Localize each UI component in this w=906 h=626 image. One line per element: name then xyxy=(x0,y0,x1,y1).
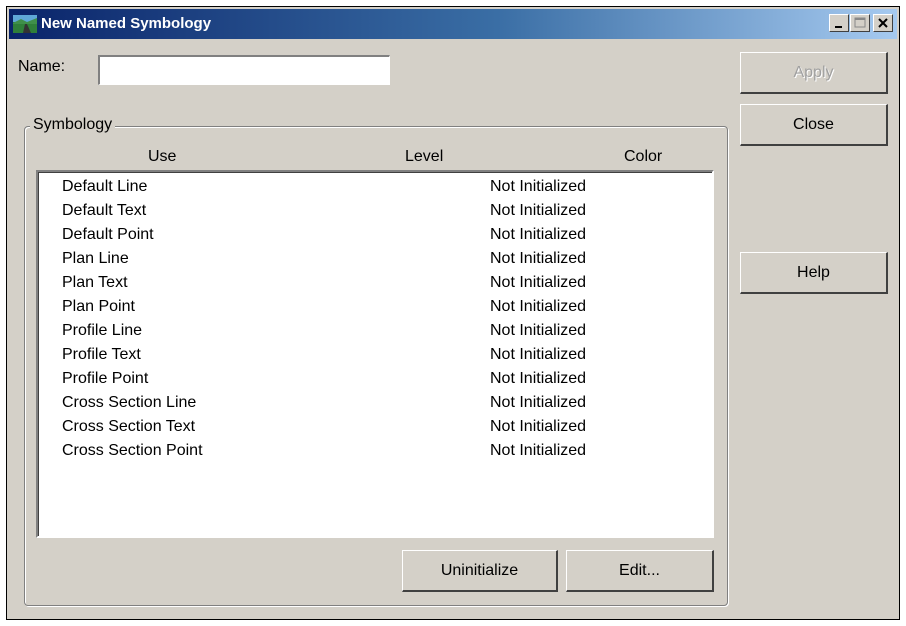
title-bar[interactable]: New Named Symbology xyxy=(9,9,897,39)
name-label: Name: xyxy=(18,58,66,75)
help-button[interactable]: Help xyxy=(740,252,888,294)
maximize-icon xyxy=(854,17,866,28)
item-use: Default Point xyxy=(62,226,154,243)
list-item[interactable]: Profile Line Not Initialized xyxy=(38,320,712,344)
minimize-icon xyxy=(835,26,842,28)
item-use: Profile Line xyxy=(62,322,143,339)
close-window-button[interactable] xyxy=(873,14,893,32)
item-level: Not Initialized xyxy=(490,274,587,291)
item-level: Not Initialized xyxy=(490,202,587,219)
list-item[interactable]: Profile Text Not Initialized xyxy=(38,344,712,368)
item-use: Cross Section Point xyxy=(62,442,203,459)
item-use: Cross Section Line xyxy=(62,394,197,411)
item-use: Plan Text xyxy=(62,274,128,291)
list-item[interactable]: Cross Section Text Not Initialized xyxy=(38,416,712,440)
symbology-list[interactable]: Default Line Not Initialized Default Text… xyxy=(36,170,714,538)
window-title: New Named Symbology xyxy=(41,15,212,32)
item-use: Cross Section Text xyxy=(62,418,196,435)
maximize-button[interactable] xyxy=(850,14,870,32)
name-input[interactable] xyxy=(98,55,390,85)
item-level: Not Initialized xyxy=(490,226,587,243)
column-header-color: Color xyxy=(624,148,663,165)
item-level: Not Initialized xyxy=(490,394,587,411)
edit-button[interactable]: Edit... xyxy=(566,550,714,592)
list-item[interactable]: Default Text Not Initialized xyxy=(38,200,712,224)
item-level: Not Initialized xyxy=(490,250,587,267)
apply-button[interactable]: Apply xyxy=(740,52,888,94)
list-item[interactable]: Default Line Not Initialized xyxy=(38,176,712,200)
minimize-button[interactable] xyxy=(829,14,849,32)
close-button[interactable]: Close xyxy=(740,104,888,146)
item-use: Default Line xyxy=(62,178,148,195)
item-use: Profile Text xyxy=(62,346,141,363)
list-item[interactable]: Cross Section Line Not Initialized xyxy=(38,392,712,416)
column-header-level: Level xyxy=(405,148,444,165)
column-header-use: Use xyxy=(148,148,177,165)
item-use: Plan Point xyxy=(62,298,135,315)
item-level: Not Initialized xyxy=(490,442,587,459)
item-level: Not Initialized xyxy=(490,370,587,387)
list-item[interactable]: Plan Line Not Initialized xyxy=(38,248,712,272)
item-use: Plan Line xyxy=(62,250,129,267)
item-level: Not Initialized xyxy=(490,322,587,339)
list-item[interactable]: Profile Point Not Initialized xyxy=(38,368,712,392)
list-item[interactable]: Plan Point Not Initialized xyxy=(38,296,712,320)
item-level: Not Initialized xyxy=(490,298,587,315)
item-use: Profile Point xyxy=(62,370,149,387)
road-landscape-icon xyxy=(13,15,37,33)
list-item[interactable]: Plan Text Not Initialized xyxy=(38,272,712,296)
close-icon xyxy=(878,18,888,28)
item-use: Default Text xyxy=(62,202,147,219)
list-item[interactable]: Cross Section Point Not Initialized xyxy=(38,440,712,464)
item-level: Not Initialized xyxy=(490,346,587,363)
list-item[interactable]: Default Point Not Initialized xyxy=(38,224,712,248)
item-level: Not Initialized xyxy=(490,418,587,435)
uninitialize-button[interactable]: Uninitialize xyxy=(402,550,558,592)
symbology-group-label: Symbology xyxy=(30,116,116,134)
item-level: Not Initialized xyxy=(490,178,587,195)
